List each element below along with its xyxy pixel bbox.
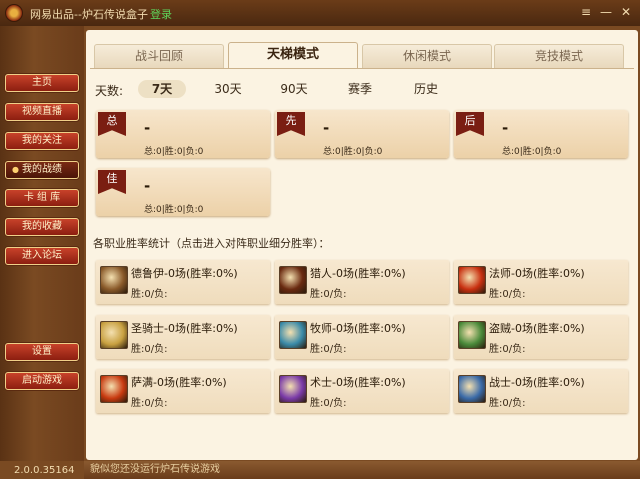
flag-badge: 佳 [98,170,126,194]
sidebar: 主页 视频直播 我的关注 ● 我的战绩 卡 组 库 我的收藏 进入论坛 设置 启动… [0,26,84,461]
main-panel: 战斗回顾 天梯模式 休闲模式 竞技模式 天数: 7天 30天 90天 赛季 历史… [86,30,638,460]
class-card-warlock[interactable]: 术士-0场(胜率:0%) 胜:0/负: [275,369,449,413]
app-title: 网易出品--炉石传说盒子 [30,8,148,21]
bullet-icon: ● [12,165,19,174]
tab-ladder[interactable]: 天梯模式 [228,42,358,69]
priest-icon [279,321,307,349]
summary-stats: 总:0|胜:0|负:0 [502,147,562,157]
warlock-icon [279,375,307,403]
paladin-icon [100,321,128,349]
class-title: 盗贼-0场(胜率:0%) [489,322,585,335]
minimize-icon[interactable]: — [598,4,614,20]
tab-casual[interactable]: 休闲模式 [362,44,492,68]
sidebar-item-label: 我的收藏 [22,221,62,232]
class-card-mage[interactable]: 法师-0场(胜率:0%) 胜:0/负: [454,260,628,304]
summary-card-second: 后 - 总:0|胜:0|负:0 [454,110,628,158]
tab-arena[interactable]: 竞技模式 [494,44,624,68]
sidebar-item-home[interactable]: 主页 [5,74,79,92]
class-title: 圣骑士-0场(胜率:0%) [131,322,238,335]
sidebar-item-launch-game[interactable]: 启动游戏 [5,372,79,390]
sidebar-item-forum[interactable]: 进入论坛 [5,247,79,265]
summary-stats: 总:0|胜:0|负:0 [144,147,204,157]
sidebar-item-follow[interactable]: 我的关注 [5,132,79,150]
mode-tabs: 战斗回顾 天梯模式 休闲模式 竞技模式 [92,42,632,69]
class-stats: 胜:0/负: [489,344,526,355]
sidebar-item-label: 我的战绩 [21,164,62,175]
app-logo-icon [5,4,23,22]
class-title: 战士-0场(胜率:0%) [489,376,585,389]
summary-card-best: 佳 - 总:0|胜:0|负:0 [96,168,270,216]
druid-icon [100,266,128,294]
class-stats: 胜:0/负: [131,289,168,300]
class-title: 法师-0场(胜率:0%) [489,267,585,280]
summary-value: - [144,177,151,195]
sidebar-item-label: 我的关注 [22,135,62,146]
class-stats: 胜:0/负: [310,344,347,355]
sidebar-item-live[interactable]: 视频直播 [5,103,79,121]
class-stats: 胜:0/负: [489,398,526,409]
class-title: 萨满-0场(胜率:0%) [131,376,227,389]
class-title: 牧师-0场(胜率:0%) [310,322,406,335]
days-option-history[interactable]: 历史 [404,80,448,98]
class-stats: 胜:0/负: [131,344,168,355]
class-stats: 胜:0/负: [489,289,526,300]
shaman-icon [100,375,128,403]
version-label: 2.0.0.35164 [14,465,75,476]
class-card-shaman[interactable]: 萨满-0场(胜率:0%) 胜:0/负: [96,369,270,413]
class-card-hunter[interactable]: 猎人-0场(胜率:0%) 胜:0/负: [275,260,449,304]
rogue-icon [458,321,486,349]
class-stats: 胜:0/负: [310,398,347,409]
sidebar-item-label: 主页 [32,77,52,88]
class-title: 德鲁伊-0场(胜率:0%) [131,267,238,280]
summary-value: - [502,119,509,137]
flag-badge: 总 [98,112,126,136]
summary-card-first: 先 - 总:0|胜:0|负:0 [275,110,449,158]
title-bar: 网易出品--炉石传说盒子 登录 ≡ — ✕ [0,0,640,26]
status-bar: 貌似您还没运行炉石传说游戏 [84,461,640,479]
login-link[interactable]: 登录 [150,6,172,22]
class-card-rogue[interactable]: 盗贼-0场(胜率:0%) 胜:0/负: [454,315,628,359]
days-option-7[interactable]: 7天 [138,80,186,98]
days-option-90[interactable]: 90天 [272,80,316,98]
sidebar-item-favorites[interactable]: 我的收藏 [5,218,79,236]
days-option-season[interactable]: 赛季 [338,80,382,98]
class-stats: 胜:0/负: [131,398,168,409]
class-card-druid[interactable]: 德鲁伊-0场(胜率:0%) 胜:0/负: [96,260,270,304]
class-card-priest[interactable]: 牧师-0场(胜率:0%) 胜:0/负: [275,315,449,359]
sidebar-item-my-record[interactable]: ● 我的战绩 [5,161,79,179]
class-title: 术士-0场(胜率:0%) [310,376,406,389]
summary-stats: 总:0|胜:0|负:0 [323,147,383,157]
sidebar-item-label: 设置 [32,346,52,357]
summary-card-total: 总 - 总:0|胜:0|负:0 [96,110,270,158]
flag-badge: 先 [277,112,305,136]
tab-battle-review[interactable]: 战斗回顾 [94,44,224,68]
mage-icon [458,266,486,294]
warrior-icon [458,375,486,403]
sidebar-item-deck-library[interactable]: 卡 组 库 [5,189,79,207]
tab-divider [90,68,634,69]
flag-badge: 后 [456,112,484,136]
summary-stats: 总:0|胜:0|负:0 [144,205,204,215]
sidebar-item-label: 启动游戏 [22,375,62,386]
days-label: 天数: [95,84,124,98]
summary-value: - [144,119,151,137]
class-card-paladin[interactable]: 圣骑士-0场(胜率:0%) 胜:0/负: [96,315,270,359]
class-card-warrior[interactable]: 战士-0场(胜率:0%) 胜:0/负: [454,369,628,413]
hunter-icon [279,266,307,294]
sidebar-item-label: 卡 组 库 [23,192,61,203]
summary-value: - [323,119,330,137]
class-title: 猎人-0场(胜率:0%) [310,267,406,280]
class-stats: 胜:0/负: [310,289,347,300]
sidebar-item-settings[interactable]: 设置 [5,343,79,361]
menu-icon[interactable]: ≡ [578,4,594,20]
sidebar-item-label: 进入论坛 [22,250,62,261]
class-section-title: 各职业胜率统计（点击进入对阵职业细分胜率）： [93,237,330,250]
days-option-30[interactable]: 30天 [206,80,250,98]
close-icon[interactable]: ✕ [618,4,634,20]
sidebar-item-label: 视频直播 [22,106,62,117]
